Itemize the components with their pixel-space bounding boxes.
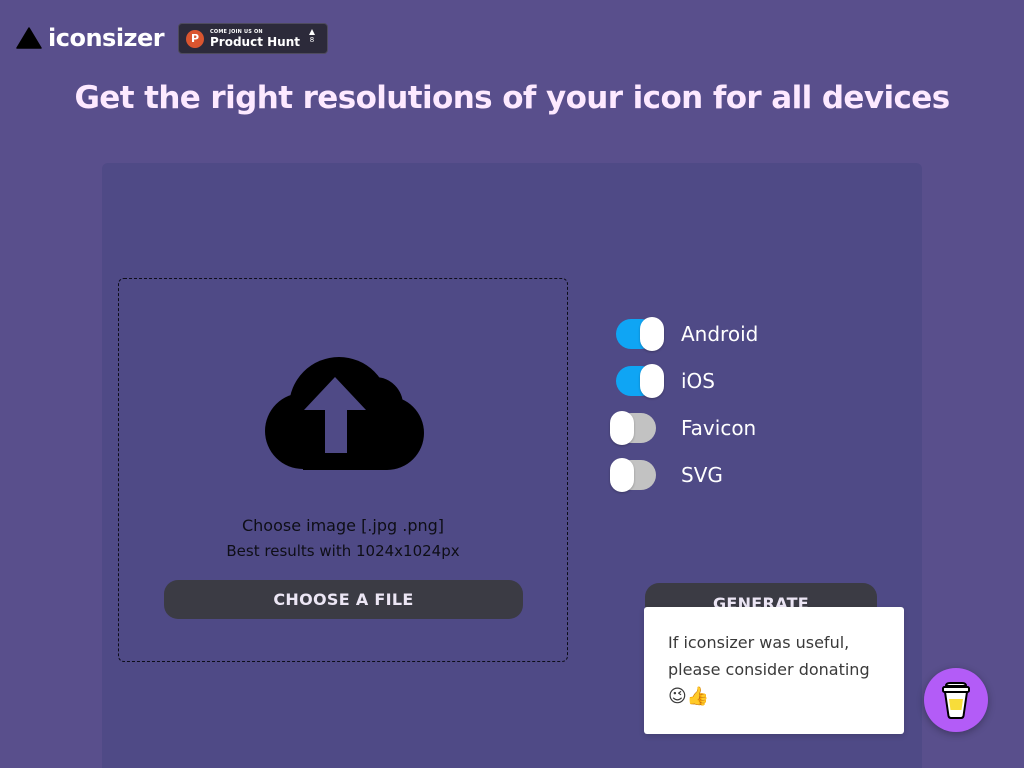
upvote-arrow-icon: [309, 29, 315, 35]
toggle-knob: [640, 317, 664, 351]
android-toggle[interactable]: [608, 316, 664, 352]
dropzone-hint: Best results with 1024x1024px: [226, 542, 460, 560]
product-hunt-small-text: COME JOIN US ON: [210, 28, 263, 35]
svg-toggle[interactable]: [608, 457, 658, 493]
product-hunt-votes: 8: [309, 29, 315, 45]
product-hunt-vote-count: 8: [309, 36, 315, 44]
product-hunt-name: Product Hunt: [210, 34, 300, 49]
favicon-toggle[interactable]: [608, 410, 658, 446]
toggle-knob: [640, 364, 664, 398]
wink-thumbs-up-emoji: 😉👍: [668, 686, 710, 707]
toggle-row-favicon: Favicon: [608, 410, 756, 446]
toggle-row-android: Android: [608, 316, 758, 352]
coffee-cup-icon: [942, 682, 970, 719]
dropzone-instruction: Choose image [.jpg .png]: [241, 516, 445, 535]
buy-coffee-button[interactable]: [924, 668, 988, 732]
toggle-row-svg: SVG: [608, 457, 723, 493]
page-headline: Get the right resolutions of your icon f…: [74, 80, 950, 116]
file-dropzone[interactable]: Choose image [.jpg .png] Best results wi…: [118, 278, 568, 662]
ios-toggle[interactable]: [608, 363, 664, 399]
donate-popup: If iconsizer was useful, please consider…: [644, 607, 904, 734]
toggle-knob: [610, 458, 634, 492]
toggle-knob: [610, 411, 634, 445]
logo-text: iconsizer: [48, 24, 165, 52]
product-hunt-badge[interactable]: P COME JOIN US ON Product Hunt 8: [178, 23, 328, 54]
favicon-label: Favicon: [681, 416, 757, 440]
logo[interactable]: iconsizer: [16, 24, 165, 52]
page: iconsizer P COME JOIN US ON Product Hunt…: [0, 0, 1024, 768]
choose-file-button[interactable]: CHOOSE A FILE: [164, 580, 523, 619]
triangle-logo-icon: [16, 27, 42, 49]
cloud-upload-icon: [265, 357, 424, 470]
toggle-row-ios: iOS: [608, 363, 715, 399]
donate-line2: please consider donating: [668, 660, 870, 679]
ios-label: iOS: [681, 369, 715, 393]
svg-label: SVG: [681, 463, 723, 487]
donate-line1: If iconsizer was useful,: [668, 633, 850, 652]
android-label: Android: [681, 322, 759, 346]
product-hunt-icon: P: [186, 29, 204, 48]
